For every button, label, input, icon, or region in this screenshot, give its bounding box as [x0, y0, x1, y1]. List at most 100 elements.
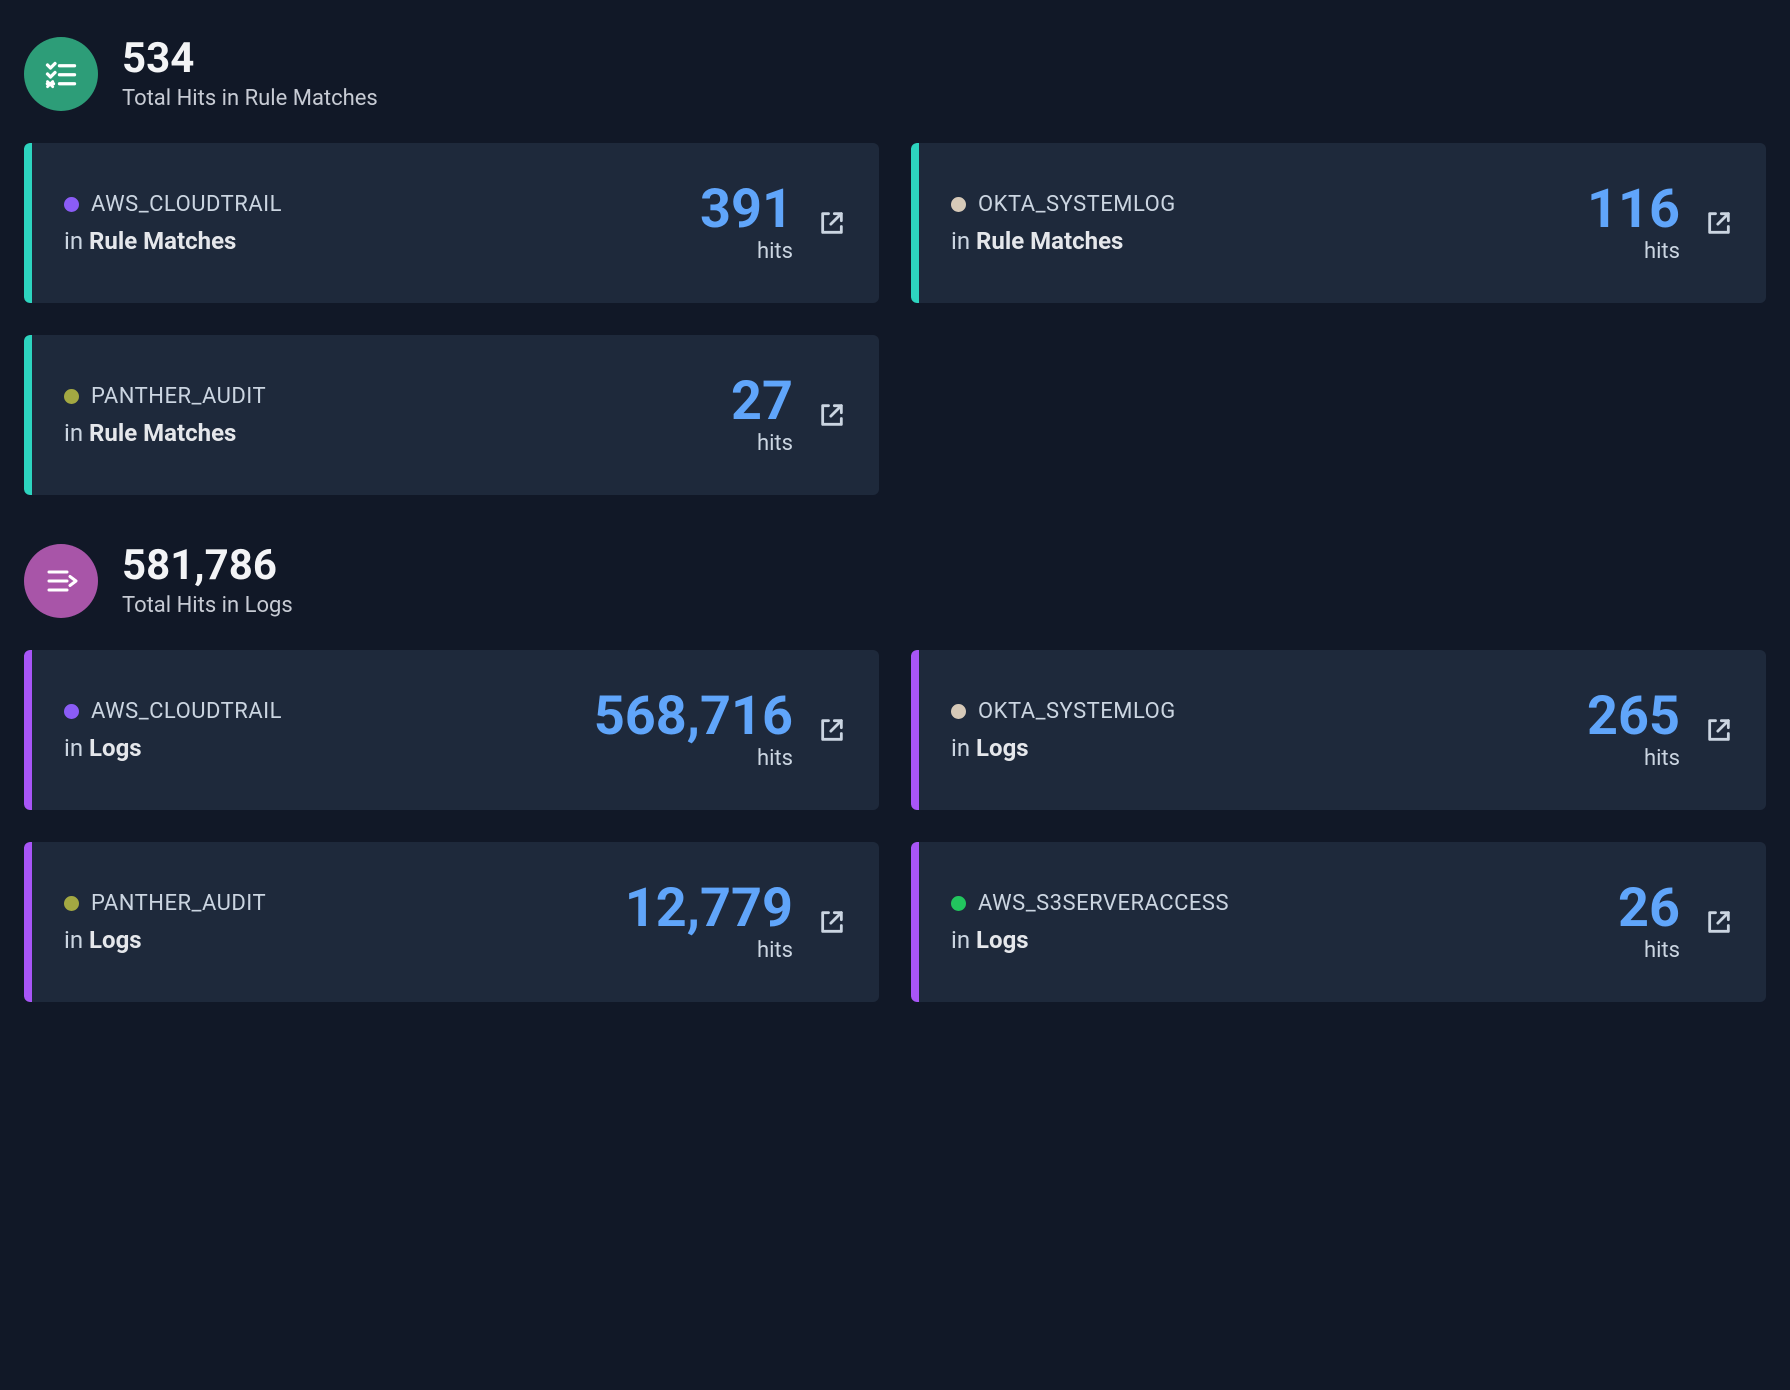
context-bold: Rule Matches [89, 227, 236, 255]
card-left: PANTHER_AUDIT in Logs [64, 891, 625, 954]
card-source-row: PANTHER_AUDIT [64, 891, 625, 916]
card-left: AWS_CLOUDTRAIL in Rule Matches [64, 192, 700, 255]
external-link-icon[interactable] [1704, 715, 1734, 745]
stat-card: OKTA_SYSTEMLOG in Logs 265 hits [911, 650, 1766, 810]
card-left: PANTHER_AUDIT in Rule Matches [64, 384, 731, 447]
stat-card: PANTHER_AUDIT in Logs 12,779 hits [24, 842, 879, 1002]
card-right: 391 hits [700, 183, 847, 264]
stat-card: AWS_CLOUDTRAIL in Logs 568,716 hits [24, 650, 879, 810]
source-dot-icon [64, 197, 79, 212]
card-context: in Logs [951, 734, 1587, 762]
context-bold: Rule Matches [89, 419, 236, 447]
card-right: 26 hits [1618, 882, 1734, 963]
card-accent [24, 335, 32, 495]
source-name: AWS_S3SERVERACCESS [978, 891, 1229, 916]
card-grid-rulematches: AWS_CLOUDTRAIL in Rule Matches 391 hits [24, 143, 1766, 495]
card-context: in Logs [951, 926, 1618, 954]
card-source-row: AWS_CLOUDTRAIL [64, 699, 594, 724]
context-bold: Logs [89, 734, 142, 762]
card-accent [911, 143, 919, 303]
hits-label: hits [757, 431, 793, 456]
source-name: PANTHER_AUDIT [91, 891, 266, 916]
hits-block: 12,779 hits [625, 882, 793, 963]
card-left: OKTA_SYSTEMLOG in Logs [951, 699, 1587, 762]
context-prefix: in [951, 227, 976, 255]
stat-card: OKTA_SYSTEMLOG in Rule Matches 116 hits [911, 143, 1766, 303]
context-prefix: in [64, 926, 89, 954]
source-dot-icon [951, 896, 966, 911]
card-left: AWS_S3SERVERACCESS in Logs [951, 891, 1618, 954]
section-subtitle: Total Hits in Rule Matches [122, 86, 378, 111]
stat-card: AWS_CLOUDTRAIL in Rule Matches 391 hits [24, 143, 879, 303]
external-link-icon[interactable] [817, 400, 847, 430]
context-prefix: in [64, 419, 89, 447]
card-left: AWS_CLOUDTRAIL in Logs [64, 699, 594, 762]
section-total: 581,786 [122, 543, 293, 589]
card-source-row: PANTHER_AUDIT [64, 384, 731, 409]
source-name: PANTHER_AUDIT [91, 384, 266, 409]
source-name: OKTA_SYSTEMLOG [978, 192, 1176, 217]
logs-icon [24, 544, 98, 618]
card-grid-logs: AWS_CLOUDTRAIL in Logs 568,716 hits [24, 650, 1766, 1002]
card-left: OKTA_SYSTEMLOG in Rule Matches [951, 192, 1587, 255]
source-dot-icon [951, 197, 966, 212]
external-link-icon[interactable] [817, 907, 847, 937]
source-dot-icon [64, 896, 79, 911]
stat-card: AWS_S3SERVERACCESS in Logs 26 hits [911, 842, 1766, 1002]
card-right: 27 hits [731, 375, 847, 456]
card-right: 265 hits [1587, 690, 1734, 771]
card-context: in Logs [64, 926, 625, 954]
external-link-icon[interactable] [1704, 208, 1734, 238]
card-source-row: AWS_S3SERVERACCESS [951, 891, 1618, 916]
source-name: OKTA_SYSTEMLOG [978, 699, 1176, 724]
hits-number: 26 [1618, 882, 1680, 936]
card-source-row: AWS_CLOUDTRAIL [64, 192, 700, 217]
hits-label: hits [757, 746, 793, 771]
checklist-icon [24, 37, 98, 111]
context-bold: Logs [976, 926, 1029, 954]
context-bold: Logs [976, 734, 1029, 762]
card-accent [911, 842, 919, 1002]
context-prefix: in [64, 227, 89, 255]
hits-label: hits [1644, 239, 1680, 264]
context-prefix: in [951, 926, 976, 954]
hits-block: 27 hits [731, 375, 793, 456]
hits-number: 568,716 [594, 690, 793, 744]
hits-number: 27 [731, 375, 793, 429]
card-source-row: OKTA_SYSTEMLOG [951, 699, 1587, 724]
card-context: in Logs [64, 734, 594, 762]
external-link-icon[interactable] [1704, 907, 1734, 937]
card-context: in Rule Matches [64, 227, 700, 255]
source-name: AWS_CLOUDTRAIL [91, 192, 282, 217]
section-header-logs: 581,786 Total Hits in Logs [24, 543, 1766, 618]
card-right: 12,779 hits [625, 882, 847, 963]
card-context: in Rule Matches [951, 227, 1587, 255]
card-accent [24, 143, 32, 303]
source-dot-icon [64, 704, 79, 719]
hits-label: hits [1644, 938, 1680, 963]
section-header-rulematches: 534 Total Hits in Rule Matches [24, 36, 1766, 111]
card-accent [24, 842, 32, 1002]
section-total: 534 [122, 36, 378, 82]
hits-number: 265 [1587, 690, 1680, 744]
context-bold: Rule Matches [976, 227, 1123, 255]
stat-card: PANTHER_AUDIT in Rule Matches 27 hits [24, 335, 879, 495]
section-subtitle: Total Hits in Logs [122, 593, 293, 618]
external-link-icon[interactable] [817, 715, 847, 745]
hits-block: 568,716 hits [594, 690, 793, 771]
hits-block: 26 hits [1618, 882, 1680, 963]
context-prefix: in [64, 734, 89, 762]
source-dot-icon [951, 704, 966, 719]
card-accent [24, 650, 32, 810]
context-bold: Logs [89, 926, 142, 954]
card-right: 116 hits [1587, 183, 1734, 264]
external-link-icon[interactable] [817, 208, 847, 238]
card-right: 568,716 hits [594, 690, 847, 771]
hits-number: 116 [1587, 183, 1680, 237]
hits-block: 116 hits [1587, 183, 1680, 264]
hits-label: hits [1644, 746, 1680, 771]
hits-block: 391 hits [700, 183, 793, 264]
card-context: in Rule Matches [64, 419, 731, 447]
source-name: AWS_CLOUDTRAIL [91, 699, 282, 724]
section-title-block: 581,786 Total Hits in Logs [122, 543, 293, 618]
